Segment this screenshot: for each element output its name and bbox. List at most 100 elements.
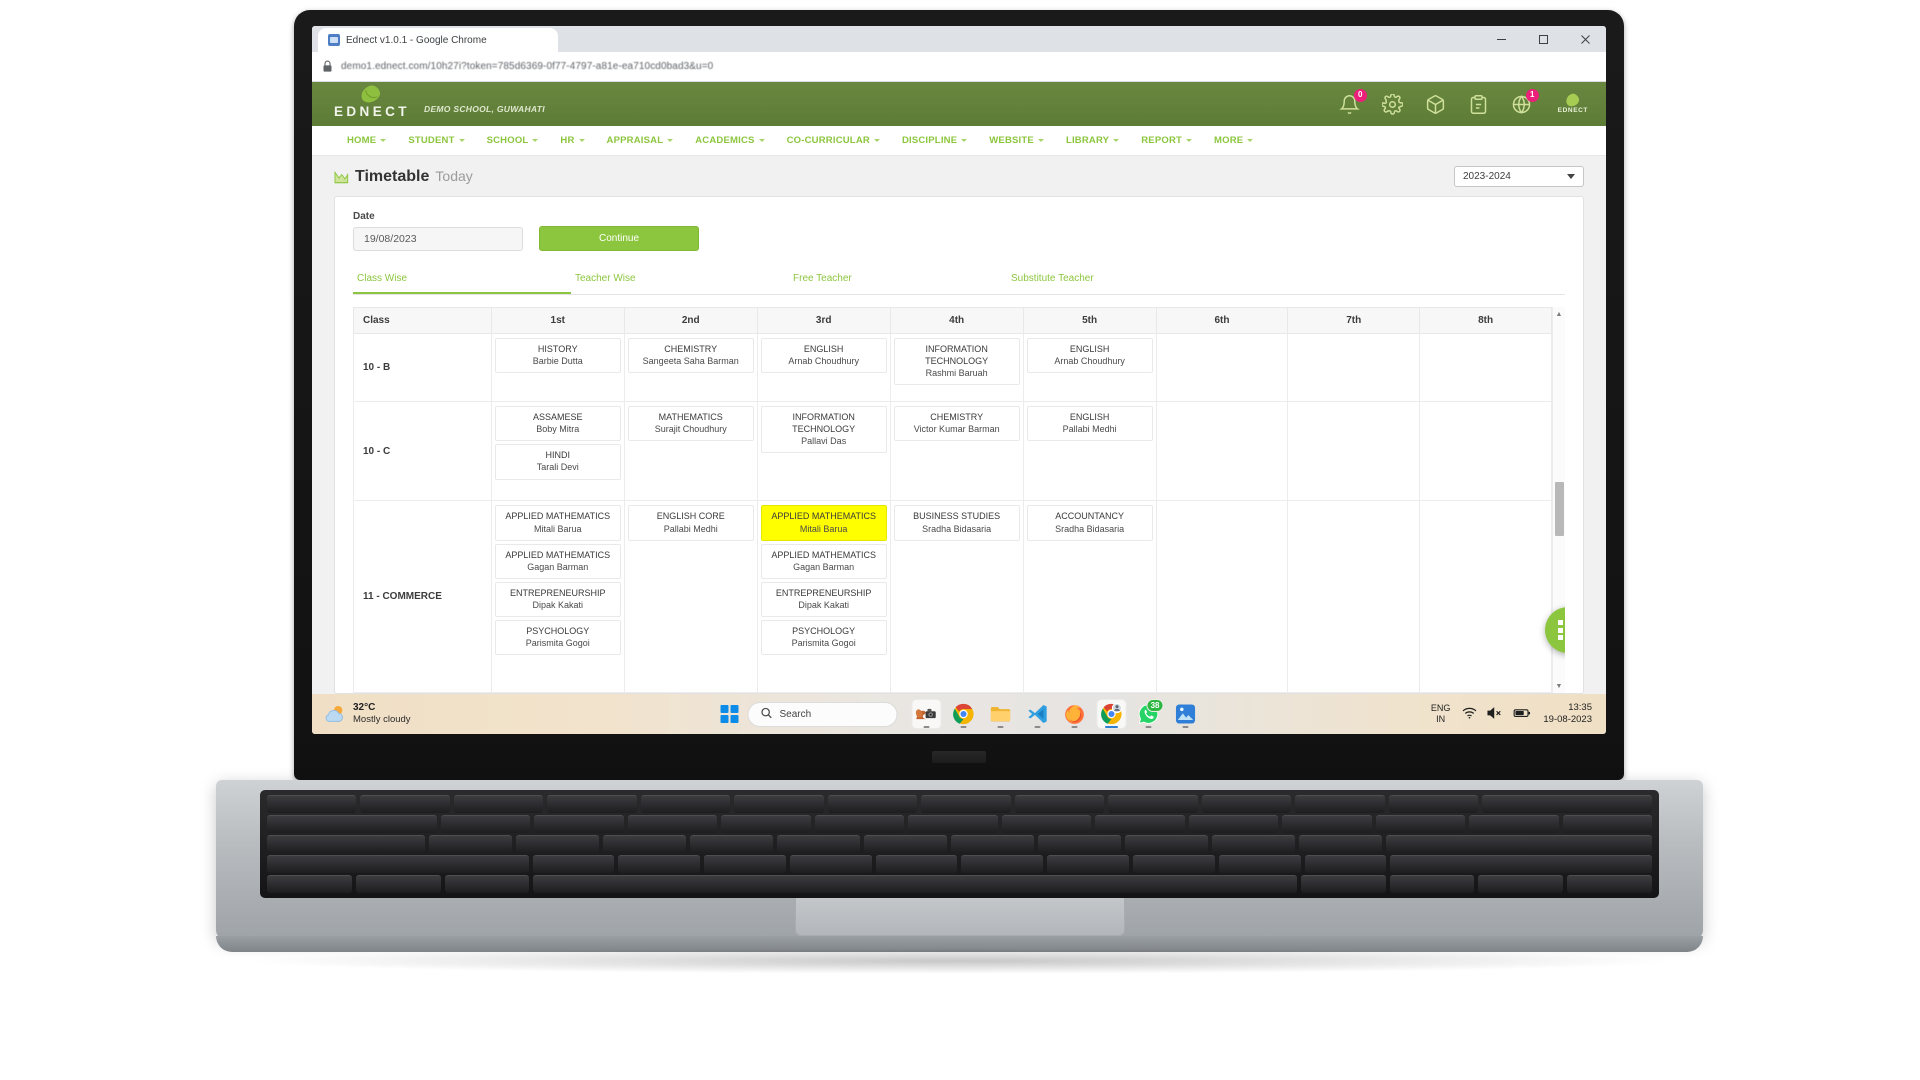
screen-content: Ednect v1.0.1 - Google Chrome demo1.edne… [312,26,1606,734]
timetable-slot[interactable]: CHEMISTRY Sangeeta Saha Barman [627,338,754,374]
clock-widget[interactable]: 13:35 19-08-2023 [1543,702,1592,727]
maximize-button[interactable] [1522,26,1564,52]
slot-teacher: Dipak Kakati [532,600,584,611]
nav-item-discipline[interactable]: DISCIPLINE [891,126,978,155]
address-bar[interactable]: demo1.ednect.com/10h27i?token=785d6369-0… [341,61,713,72]
tab-free-teacher[interactable]: Free Teacher [789,267,1007,294]
header-mini-logo[interactable]: EDNECT [1558,92,1588,114]
timetable-slot[interactable]: ASSAMESE Boby Mitra [494,405,621,442]
period-cell: BUSINESS STUDIES Sradha Bidasaria [889,500,1024,693]
app-running-dot [1182,725,1189,728]
squirrel-camera-app-icon[interactable] [911,699,942,729]
tab-class-wise[interactable]: Class Wise [353,267,571,294]
continue-button[interactable]: Continue [539,226,699,251]
chrome-profile-app-icon[interactable] [1096,699,1127,729]
timetable-slot[interactable]: ENGLISH Pallabi Medhi [1026,405,1153,442]
nav-item-academics[interactable]: ACADEMICS [684,126,775,155]
timetable-slot[interactable]: HISTORY Barbie Dutta [494,338,621,374]
browser-tab[interactable]: Ednect v1.0.1 - Google Chrome [318,28,558,52]
slot-teacher: Pallabi Medhi [663,523,718,534]
timetable-slot[interactable]: ENTREPRENEURSHIP Dipak Kakati [760,581,887,618]
brand-logo[interactable]: EDNECT DEMO SCHOOL, GUWAHATI [334,83,545,119]
timetable-slot[interactable]: PSYCHOLOGY Parismita Gogoi [760,620,887,656]
period-cell: APPLIED MATHEMATICS Mitali Barua APPLIED M… [756,500,891,693]
close-button[interactable] [1564,26,1606,52]
keyboard-row [267,875,1652,893]
tab-teacher-wise[interactable]: Teacher Wise [571,267,789,294]
date-field-group: Date 19/08/2023 [353,211,523,251]
period-cell [1155,333,1289,402]
period-cell [1419,500,1552,693]
slot-teacher: Dipak Kakati [798,600,849,611]
timetable-slot[interactable]: ENGLISH Arnab Choudhury [1026,338,1153,374]
slot-teacher: Sangeeta Saha Barman [642,356,739,367]
bell-icon[interactable]: 0 [1338,88,1367,115]
language-indicator[interactable]: ENG IN [1431,703,1451,725]
start-button[interactable] [718,702,742,726]
slot-teacher: Mitali Barua [533,523,582,534]
partly-cloudy-icon [322,704,346,724]
scrollbar-thumb[interactable] [1554,482,1564,536]
timetable-slot[interactable]: APPLIED MATHEMATICS Mitali Barua [494,505,621,541]
timetable-slot[interactable]: ENGLISH Arnab Choudhury [760,338,887,374]
google-chrome-app-icon[interactable] [949,699,979,729]
timetable-slot[interactable]: ENGLISH CORE Pallabi Medhi [627,505,754,541]
column-header-period-6th: 6th [1155,307,1289,334]
scroll-down-icon[interactable]: ▼ [1553,679,1566,693]
timetable-slot[interactable]: INFORMATION TECHNOLOGY Pallavi Das [760,405,887,454]
weather-widget[interactable]: 32°C Mostly cloudy [322,702,411,726]
nav-item-hr[interactable]: HR [549,126,595,155]
brand-name: EDNECT [334,104,410,119]
chevron-down-icon [758,139,765,142]
nav-item-co-curricular[interactable]: CO-CURRICULAR [776,126,891,155]
nav-item-student[interactable]: STUDENT [397,126,475,155]
timetable-slot[interactable]: INFORMATION TECHNOLOGY Rashmi Baruah [893,338,1020,386]
nav-label: HR [560,135,575,146]
timetable-slot[interactable]: BUSINESS STUDIES Sradha Bidasaria [893,505,1020,541]
weather-condition: Mostly cloudy [353,714,411,726]
column-header-period-4th: 4th [889,307,1024,334]
vscode-app-icon[interactable] [1023,699,1053,729]
timetable-slot[interactable]: APPLIED MATHEMATICS Gagan Barman [760,543,887,579]
taskbar-search-box[interactable]: Search [747,701,898,727]
grid-icon [1558,620,1565,640]
date-input[interactable]: 19/08/2023 [353,227,523,251]
timetable-slot[interactable]: PSYCHOLOGY Parismita Gogoi [494,620,621,656]
nav-item-website[interactable]: WEBSITE [978,126,1055,155]
nav-item-more[interactable]: MORE [1203,126,1264,155]
timetable-slot-highlighted[interactable]: APPLIED MATHEMATICS Mitali Barua [760,505,887,541]
file-explorer-app-icon[interactable] [986,699,1016,729]
battery-icon[interactable] [1513,707,1531,722]
timetable-slot[interactable]: MATHEMATICS Surajit Choudhury [627,405,754,442]
clipboard-icon[interactable] [1468,94,1489,115]
photos-app-icon[interactable] [1171,699,1201,729]
nav-item-library[interactable]: LIBRARY [1055,126,1130,155]
bell-badge: 0 [1353,88,1367,102]
chevron-down-icon [667,139,674,142]
whatsapp-app-icon[interactable]: 38 [1134,699,1164,729]
wifi-icon[interactable] [1462,707,1477,722]
nav-item-appraisal[interactable]: APPRAISAL [596,126,685,155]
slot-teacher: Parismita Gogoi [791,638,856,649]
nav-item-home[interactable]: HOME [336,126,397,155]
box-icon[interactable] [1425,94,1446,115]
timetable-slot[interactable]: ACCOUNTANCY Sradha Bidasaria [1026,505,1153,541]
gear-icon[interactable] [1381,93,1403,115]
chevron-down-icon [1113,139,1120,142]
globe-icon[interactable]: 1 [1511,88,1539,115]
timetable-slot[interactable]: ENTREPRENEURSHIP Dipak Kakati [494,581,621,618]
timetable-slot[interactable]: CHEMISTRY Victor Kumar Barman [893,405,1020,442]
slot-subject: CHEMISTRY [930,411,984,422]
nav-item-report[interactable]: REPORT [1130,126,1203,155]
volume-muted-icon[interactable] [1487,706,1503,722]
minimize-button[interactable] [1480,26,1522,52]
tab-substitute-teacher[interactable]: Substitute Teacher [1007,267,1225,294]
nav-item-school[interactable]: SCHOOL [476,126,550,155]
trackpad[interactable] [794,898,1125,936]
academic-year-select[interactable]: 2023-2024 [1454,166,1584,187]
timetable-slot[interactable]: HINDI Tarali Devi [494,444,621,480]
scroll-up-icon[interactable]: ▲ [1553,307,1566,321]
trackpad-area [216,898,1703,940]
firefox-app-icon[interactable] [1060,699,1090,729]
timetable-slot[interactable]: APPLIED MATHEMATICS Gagan Barman [494,543,621,579]
